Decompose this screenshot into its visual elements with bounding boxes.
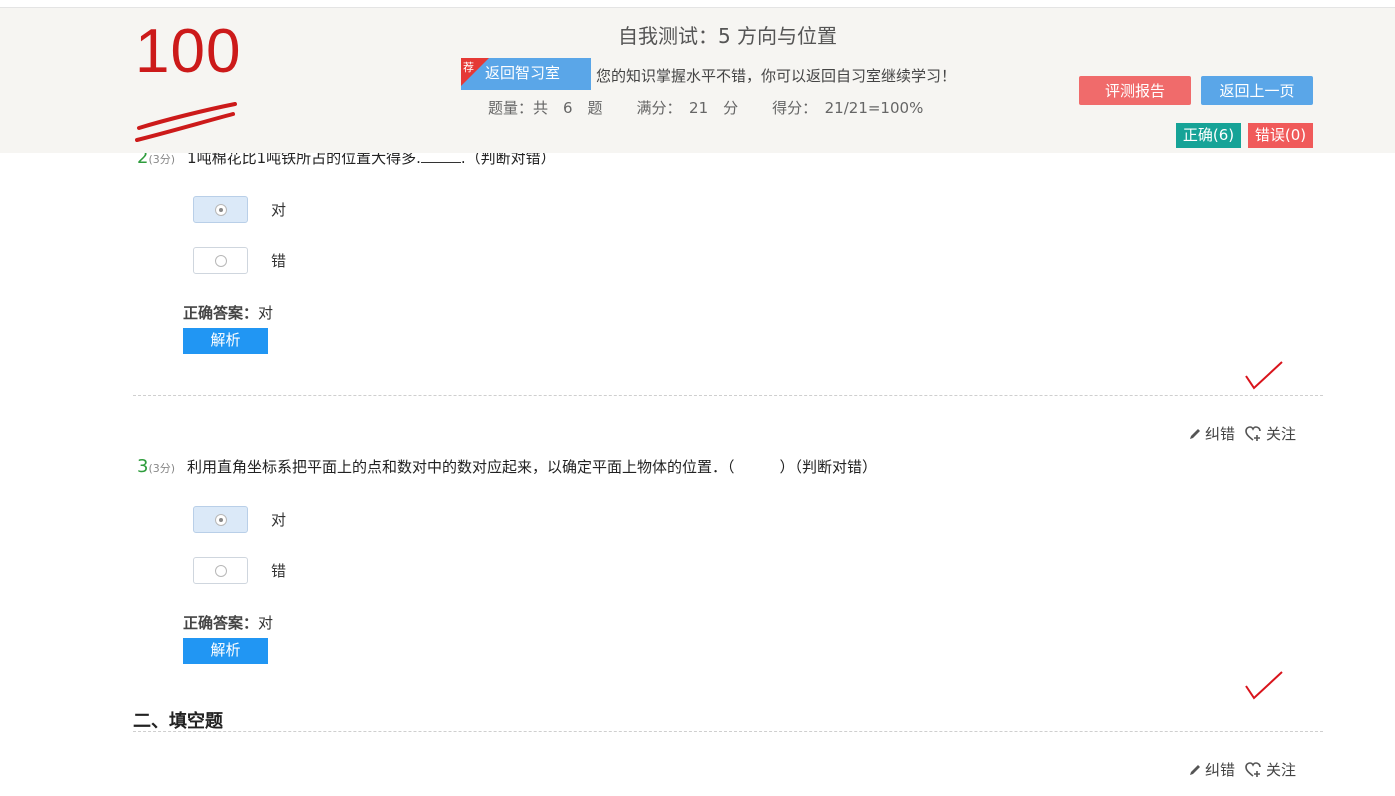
question-divider	[133, 395, 1323, 396]
radio-button[interactable]	[193, 557, 248, 584]
question-number: 3	[137, 456, 149, 477]
correct-answer-value: 对	[258, 614, 274, 632]
radio-button-selected[interactable]	[193, 506, 248, 533]
question-3-stem: 3(3分) 利用直角坐标系把平面上的点和数对中的数对应起来，以确定平面上物体的位置…	[137, 456, 877, 477]
score-stats: 题量：共 6 题 满分： 21 分 得分： 21/21=100%	[488, 97, 957, 118]
pencil-icon	[1190, 428, 1200, 439]
report-error-button[interactable]: 纠错	[1188, 759, 1235, 780]
obtained-score: 得分： 21/21=100%	[772, 99, 924, 117]
radio-dot	[215, 565, 227, 577]
question-points: (3分)	[148, 153, 176, 166]
report-error-label: 纠错	[1205, 425, 1236, 443]
correct-check-icon	[1245, 671, 1283, 700]
correct-check-icon	[1245, 361, 1283, 390]
analysis-button[interactable]: 解析	[183, 638, 268, 664]
correct-answer: 正确答案：对	[183, 302, 273, 323]
follow-label: 关注	[1266, 425, 1297, 443]
top-border	[0, 0, 1395, 8]
heart-plus-icon	[1245, 761, 1261, 777]
next-question-tools: 纠错 关注	[1188, 759, 1306, 780]
wrong-count-badge[interactable]: 错误(0)	[1248, 123, 1313, 148]
correct-answer-label: 正确答案：	[183, 304, 259, 322]
radio-dot	[215, 514, 227, 526]
radio-dot	[215, 204, 227, 216]
full-score: 满分： 21 分	[636, 99, 739, 117]
option-label: 对	[271, 511, 287, 529]
evaluation-report-button[interactable]: 评测报告	[1079, 76, 1191, 105]
correct-answer-label: 正确答案：	[183, 614, 259, 632]
correct-count-badge[interactable]: 正确(6)	[1176, 123, 1241, 148]
report-error-label: 纠错	[1205, 761, 1236, 779]
radio-dot	[215, 255, 227, 267]
recommend-tag-label: 荐	[463, 61, 474, 74]
follow-label: 关注	[1266, 761, 1297, 779]
correct-answer-value: 对	[258, 304, 274, 322]
follow-button[interactable]: 关注	[1245, 423, 1296, 444]
report-error-button[interactable]: 纠错	[1188, 423, 1235, 444]
section-title: 二、填空题	[133, 711, 223, 732]
heart-plus-icon	[1245, 425, 1261, 441]
question-3-tools: 纠错 关注	[1188, 423, 1306, 444]
section-divider	[133, 731, 1323, 732]
mastery-notice: 您的知识掌握水平不错，你可以返回自习室继续学习！	[596, 67, 957, 85]
question-points: (3分)	[148, 462, 176, 475]
page-title: 自我测试：5 方向与位置	[617, 24, 838, 48]
score-header: 100 自我测试：5 方向与位置 返回智习室 荐 您的知识掌握水平不错，你可以返…	[0, 8, 1395, 153]
option-label: 错	[271, 562, 287, 580]
option-label: 错	[271, 252, 287, 270]
follow-button[interactable]: 关注	[1245, 759, 1296, 780]
analysis-button[interactable]: 解析	[183, 328, 268, 354]
radio-button-selected[interactable]	[193, 196, 248, 223]
pencil-icon	[1190, 764, 1200, 775]
score-underline-icon	[135, 102, 237, 142]
question-text: 利用直角坐标系把平面上的点和数对中的数对应起来，以确定平面上物体的位置．（ ）（…	[187, 458, 878, 476]
back-previous-page-button[interactable]: 返回上一页	[1201, 76, 1313, 105]
radio-button[interactable]	[193, 247, 248, 274]
option-label: 对	[271, 201, 287, 219]
question-count: 题量：共 6 题	[488, 99, 603, 117]
correct-answer: 正确答案：对	[183, 612, 273, 633]
